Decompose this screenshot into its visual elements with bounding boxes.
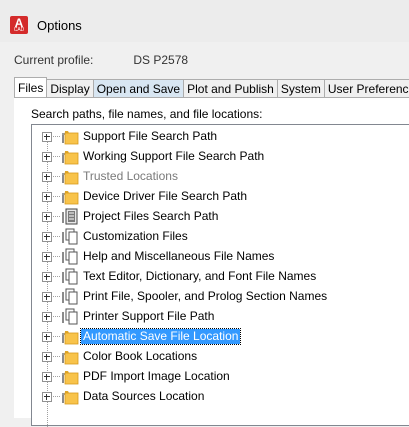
app-logo-icon: A CAD xyxy=(10,16,28,34)
tree-item[interactable]: Automatic Save File Location xyxy=(32,327,409,347)
document-stack-icon xyxy=(61,288,79,305)
expand-plus-icon[interactable] xyxy=(42,152,52,162)
tree-item[interactable]: Help and Miscellaneous File Names xyxy=(32,247,409,267)
tree-connector xyxy=(53,176,60,177)
tree-connector xyxy=(53,316,60,317)
tab-open-and-save[interactable]: Open and Save xyxy=(93,79,185,97)
file-locations-tree[interactable]: Support File Search Path Working Support … xyxy=(31,124,409,427)
tree-item-label: Automatic Save File Location xyxy=(79,328,242,345)
expand-plus-icon[interactable] xyxy=(42,352,52,362)
expand-plus-icon[interactable] xyxy=(42,132,52,142)
expand-plus-icon[interactable] xyxy=(42,272,52,282)
tree-item-label: Print File, Spooler, and Prolog Section … xyxy=(83,289,328,303)
tree-item-label: Printer Support File Path xyxy=(83,309,215,323)
tab-system[interactable]: System xyxy=(277,79,325,97)
expand-plus-icon[interactable] xyxy=(42,332,52,342)
folder-icon xyxy=(61,188,79,205)
tab-display[interactable]: Display xyxy=(47,79,94,97)
tree-item-label: Project Files Search Path xyxy=(83,209,219,223)
options-tabs: Files Display Open and Save Plot and Pub… xyxy=(14,77,409,98)
panel-caption: Search paths, file names, and file locat… xyxy=(31,107,263,121)
tree-connector xyxy=(53,136,60,137)
tree-item-label: Customization Files xyxy=(83,229,188,243)
tree-item-label: PDF Import Image Location xyxy=(83,369,230,383)
tree-item[interactable]: Print File, Spooler, and Prolog Section … xyxy=(32,287,409,307)
tree-connector xyxy=(53,296,60,297)
tree-item[interactable]: Data Sources Location xyxy=(32,387,409,407)
tree-connector xyxy=(53,236,60,237)
tree-item[interactable]: Working Support File Search Path xyxy=(32,147,409,167)
tree-item[interactable]: Trusted Locations xyxy=(32,167,409,187)
folder-icon xyxy=(61,328,79,345)
tree-connector xyxy=(53,396,60,397)
tree-item[interactable]: Printer Support File Path xyxy=(32,307,409,327)
tree-item[interactable]: Text Editor, Dictionary, and Font File N… xyxy=(32,267,409,287)
folder-icon xyxy=(61,368,79,385)
current-profile-row: Current profile: DS P2578 xyxy=(14,53,188,67)
tree-item[interactable]: Support File Search Path xyxy=(32,127,409,147)
tree-item[interactable]: Customization Files xyxy=(32,227,409,247)
document-stack-icon xyxy=(61,248,79,265)
expand-plus-icon[interactable] xyxy=(42,372,52,382)
document-stack-icon xyxy=(61,308,79,325)
tree-item-label: Color Book Locations xyxy=(83,349,198,363)
tree-connector xyxy=(53,336,60,337)
tree-item-label: Working Support File Search Path xyxy=(83,149,265,163)
tree-item-label: Help and Miscellaneous File Names xyxy=(83,249,275,263)
files-panel: Search paths, file names, and file locat… xyxy=(14,97,409,427)
tree-connector xyxy=(53,276,60,277)
tree-connector xyxy=(53,156,60,157)
tree-item[interactable]: Device Driver File Search Path xyxy=(32,187,409,207)
tab-plot-and-publish[interactable]: Plot and Publish xyxy=(184,79,278,97)
expand-plus-icon[interactable] xyxy=(42,312,52,322)
title-bar: A CAD Options xyxy=(0,0,409,42)
tree-item-label: Trusted Locations xyxy=(83,169,178,183)
tree-item[interactable]: PDF Import Image Location xyxy=(32,367,409,387)
folder-icon xyxy=(61,348,79,365)
folder-icon xyxy=(61,148,79,165)
tree-connector xyxy=(53,256,60,257)
expand-plus-icon[interactable] xyxy=(42,172,52,182)
tree-item[interactable]: Project Files Search Path xyxy=(32,207,409,227)
expand-plus-icon[interactable] xyxy=(42,212,52,222)
window-title: Options xyxy=(37,18,82,33)
expand-plus-icon[interactable] xyxy=(42,252,52,262)
tree-item-label: Device Driver File Search Path xyxy=(83,189,248,203)
document-stack-icon xyxy=(61,268,79,285)
tree-connector xyxy=(53,356,60,357)
tab-user-preferences[interactable]: User Preferences xyxy=(324,79,409,97)
expand-plus-icon[interactable] xyxy=(42,292,52,302)
folder-icon xyxy=(61,128,79,145)
tree-item[interactable]: Color Book Locations xyxy=(32,347,409,367)
expand-plus-icon[interactable] xyxy=(42,192,52,202)
tree-connector xyxy=(53,196,60,197)
folder-icon xyxy=(61,168,79,185)
project-files-icon xyxy=(61,208,79,225)
tree-connector xyxy=(53,376,60,377)
document-stack-icon xyxy=(61,228,79,245)
tree-item-label: Data Sources Location xyxy=(83,389,205,403)
tree-item-label: Support File Search Path xyxy=(83,129,218,143)
profile-label: Current profile: xyxy=(14,53,94,67)
folder-icon xyxy=(61,388,79,405)
tab-files[interactable]: Files xyxy=(14,77,48,98)
expand-plus-icon[interactable] xyxy=(42,232,52,242)
expand-plus-icon[interactable] xyxy=(42,392,52,402)
profile-value: DS P2578 xyxy=(133,53,189,67)
tree-connector xyxy=(53,216,60,217)
tree-item-label: Text Editor, Dictionary, and Font File N… xyxy=(83,269,317,283)
